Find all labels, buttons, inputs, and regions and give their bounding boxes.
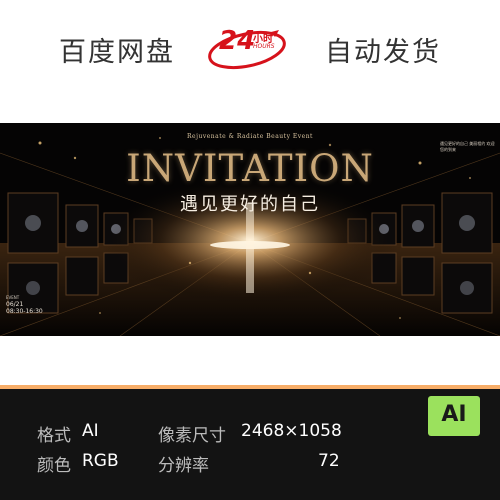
hero-subtitle: Rejuvenate & Radiate Beauty Event: [187, 133, 313, 140]
badge-number: 24: [219, 26, 256, 56]
format-value: AI: [82, 421, 99, 441]
ai-badge-label: AI: [441, 402, 467, 427]
24-hours-badge: 24 小时 HOURS: [205, 22, 291, 78]
badge-en-label: HOURS: [253, 43, 275, 50]
pixel-size-value: 2468×1058: [241, 421, 342, 441]
hero-side-note: 遇见更好的自己 美丽相约 欢迎您的到来: [440, 141, 495, 152]
top-banner: 百度网盘 24 小时 HOURS 自动发货: [0, 0, 500, 110]
auto-delivery-label: 自动发货: [325, 37, 441, 68]
format-label: 格式: [37, 426, 71, 446]
ai-format-badge: AI: [428, 396, 480, 436]
color-label: 颜色: [37, 456, 71, 476]
hero-title: INVITATION: [126, 147, 374, 190]
color-value: RGB: [82, 451, 119, 471]
resolution-label: 分辨率: [158, 456, 209, 476]
hero-date-day: 06/21: [6, 301, 24, 308]
pixel-size-label: 像素尺寸: [158, 426, 226, 446]
hero-preview-image: Rejuvenate & Radiate Beauty Event INVITA…: [0, 123, 500, 336]
resolution-value: 72: [318, 451, 340, 471]
spec-panel: [0, 389, 500, 500]
hero-cn-title: 遇见更好的自己: [180, 194, 320, 215]
hero-date-time: 08:30-16:30: [6, 308, 43, 315]
baidu-netdisk-label: 百度网盘: [59, 37, 175, 68]
hero-date-label: EVENT: [6, 295, 20, 300]
hero-date: 06/21 08:30-16:30: [6, 301, 43, 315]
